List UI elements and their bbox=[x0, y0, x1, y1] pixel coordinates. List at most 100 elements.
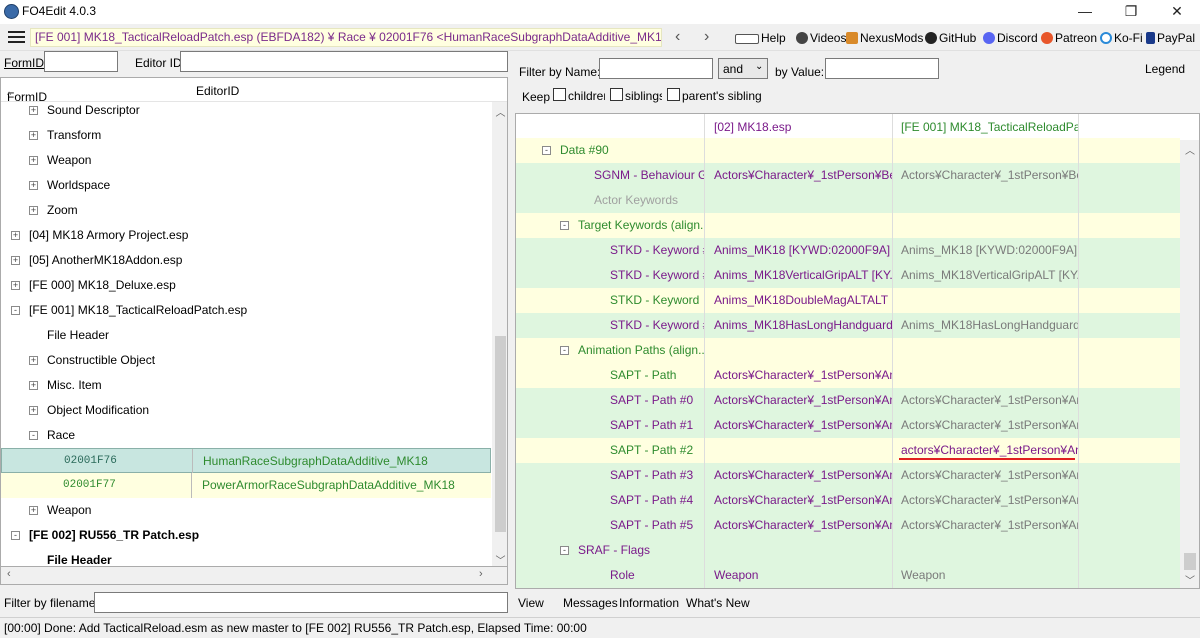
grid-value-patch[interactable] bbox=[892, 338, 1078, 363]
expand-icon[interactable]: + bbox=[29, 106, 38, 115]
record-view-grid[interactable]: [02] MK18.esp [FE 001] MK18_TacticalRelo… bbox=[515, 113, 1200, 589]
kofi-link[interactable]: Ko-Fi bbox=[1100, 31, 1143, 45]
expand-icon[interactable]: + bbox=[29, 206, 38, 215]
scroll-down-icon[interactable]: ﹀ bbox=[1180, 572, 1199, 587]
grid-row[interactable]: SGNM - Behaviour Gra...Actors¥Character¥… bbox=[516, 163, 1180, 188]
grid-value-patch[interactable] bbox=[892, 188, 1078, 213]
grid-value-mk18[interactable] bbox=[704, 338, 892, 363]
tree-horizontal-scrollbar[interactable]: ‹ › bbox=[0, 567, 508, 585]
tree-item-mk18-deluxe[interactable]: + [FE 000] MK18_Deluxe.esp bbox=[1, 273, 491, 298]
grid-value-patch[interactable]: Anims_MK18VerticalGripALT [KY... bbox=[892, 263, 1078, 288]
grid-row[interactable]: SAPT - Path #2 actors¥Character¥_1stPerso… bbox=[516, 438, 1180, 463]
collapse-icon[interactable]: - bbox=[11, 306, 20, 315]
grid-row[interactable]: SAPT - Path #1 Actors¥Character¥_1stPerso… bbox=[516, 413, 1180, 438]
expand-icon[interactable]: + bbox=[29, 181, 38, 190]
grid-scroll-thumb[interactable] bbox=[1184, 553, 1196, 570]
tree-item-transform[interactable]: + Transform bbox=[1, 123, 491, 148]
collapse-icon[interactable]: - bbox=[560, 221, 569, 230]
tree-item-object-modification[interactable]: + Object Modification bbox=[1, 398, 491, 423]
tree-item-file-header[interactable]: File Header bbox=[1, 323, 491, 348]
expand-icon[interactable]: + bbox=[29, 156, 38, 165]
scroll-up-icon[interactable]: ︿ bbox=[1180, 142, 1199, 157]
collapse-icon[interactable]: - bbox=[560, 346, 569, 355]
patreon-link[interactable]: Patreon bbox=[1041, 31, 1097, 45]
grid-value-mk18[interactable] bbox=[704, 138, 892, 163]
grid-value-patch[interactable]: Actors¥Character¥_1stPerson¥Ani... bbox=[892, 413, 1078, 438]
scroll-down-icon[interactable]: ﹀ bbox=[492, 552, 507, 566]
grid-value-patch[interactable]: Anims_MK18 [KYWD:02000F9A] bbox=[892, 238, 1078, 263]
grid-value-patch[interactable]: Actors¥Character¥_1stPerson¥Be... bbox=[892, 163, 1078, 188]
tree-item-weapon[interactable]: + Weapon bbox=[1, 148, 491, 173]
expand-icon[interactable]: + bbox=[29, 381, 38, 390]
grid-vertical-scrollbar[interactable]: ︿ ﹀ bbox=[1180, 140, 1199, 588]
column-header-mk18[interactable]: [02] MK18.esp bbox=[704, 114, 892, 140]
expand-icon[interactable]: + bbox=[29, 406, 38, 415]
grid-row[interactable]: SAPT - Path Actors¥Character¥_1stPerson¥A… bbox=[516, 363, 1180, 388]
grid-value-mk18[interactable]: Weapon bbox=[704, 563, 892, 588]
tree-scroll-thumb[interactable] bbox=[495, 336, 506, 532]
grid-row[interactable]: SAPT - Path #3 Actors¥Character¥_1stPerso… bbox=[516, 463, 1180, 488]
grid-value-mk18[interactable]: Anims_MK18HasLongHandguard... bbox=[704, 313, 892, 338]
grid-value-mk18[interactable] bbox=[704, 538, 892, 563]
filter-filename-input[interactable] bbox=[94, 592, 508, 613]
keep-children-checkbox[interactable] bbox=[553, 88, 566, 101]
grid-value-mk18[interactable]: Actors¥Character¥_1stPerson¥Ani... bbox=[704, 463, 892, 488]
grid-row[interactable]: - Target Keywords (align... bbox=[516, 213, 1180, 238]
grid-value-patch[interactable]: Actors¥Character¥_1stPerson¥Ani... bbox=[892, 513, 1078, 538]
tree-item-record-02001f77[interactable]: 02001F77 PowerArmorRaceSubgraphDataAdditi… bbox=[1, 473, 491, 498]
tree-item-weapon-group[interactable]: + Weapon bbox=[1, 498, 491, 523]
grid-row[interactable]: STKD - Keyword #0Anims_MK18 [KYWD:02000F… bbox=[516, 238, 1180, 263]
maximize-button[interactable]: ❐ bbox=[1108, 0, 1154, 24]
grid-value-mk18[interactable]: Anims_MK18DoubleMagALTALT [... bbox=[704, 288, 892, 313]
grid-value-mk18[interactable]: Actors¥Character¥_1stPerson¥Ani... bbox=[704, 413, 892, 438]
tab-view[interactable]: View bbox=[518, 596, 544, 610]
tree-item-file-header-ru556[interactable]: File Header bbox=[1, 548, 491, 566]
grid-value-patch[interactable] bbox=[892, 213, 1078, 238]
grid-row[interactable]: STKD - Keyword Anims_MK18DoubleMagALTALT … bbox=[516, 288, 1180, 313]
grid-value-mk18[interactable] bbox=[704, 188, 892, 213]
tree-item-constructible-object[interactable]: + Constructible Object bbox=[1, 348, 491, 373]
tree-item-sound-descriptor[interactable]: + Sound Descriptor bbox=[1, 98, 491, 123]
grid-row[interactable]: Role Weapon Weapon bbox=[516, 563, 1180, 588]
grid-value-mk18[interactable]: Anims_MK18VerticalGripALT [KY... bbox=[704, 263, 892, 288]
tree-item-worldspace[interactable]: + Worldspace bbox=[1, 173, 491, 198]
grid-value-patch[interactable]: Actors¥Character¥_1stPerson¥Ani... bbox=[892, 488, 1078, 513]
and-or-select[interactable]: and ⌄ bbox=[718, 58, 768, 79]
scroll-left-icon[interactable]: ‹ bbox=[7, 568, 11, 580]
tree-item-record-02001f76[interactable]: 02001F76 HumanRaceSubgraphDataAdditive_MK… bbox=[1, 448, 491, 474]
collapse-icon[interactable]: - bbox=[542, 146, 551, 155]
tree-item-race[interactable]: - Race bbox=[1, 423, 491, 448]
expand-icon[interactable]: + bbox=[29, 356, 38, 365]
grid-value-patch[interactable] bbox=[892, 288, 1078, 313]
grid-row[interactable]: SAPT - Path #4 Actors¥Character¥_1stPerso… bbox=[516, 488, 1180, 513]
grid-value-patch[interactable] bbox=[892, 138, 1078, 163]
nexusmods-link[interactable]: NexusMods bbox=[846, 31, 923, 45]
grid-value-patch[interactable]: actors¥Character¥_1stPerson¥Ani... bbox=[892, 438, 1078, 463]
collapse-icon[interactable]: - bbox=[29, 431, 38, 440]
discord-link[interactable]: Discord bbox=[983, 31, 1038, 45]
tree-item-anothermk18addon[interactable]: + [05] AnotherMK18Addon.esp bbox=[1, 248, 491, 273]
filter-name-input[interactable] bbox=[599, 58, 713, 79]
column-header-editorid[interactable]: EditorID bbox=[196, 84, 239, 98]
grid-value-patch[interactable] bbox=[892, 538, 1078, 563]
formid-input[interactable] bbox=[44, 51, 118, 72]
grid-value-mk18[interactable] bbox=[704, 213, 892, 238]
tree-item-ru556-tr-patch[interactable]: - [FE 002] RU556_TR Patch.esp bbox=[1, 523, 491, 548]
menu-icon[interactable] bbox=[8, 31, 25, 43]
grid-row[interactable]: SAPT - Path #0 Actors¥Character¥_1stPerso… bbox=[516, 388, 1180, 413]
column-header-patch[interactable]: [FE 001] MK18_TacticalReloadPatch... bbox=[892, 114, 1078, 140]
grid-row[interactable]: Actor Keywords bbox=[516, 188, 1180, 213]
grid-row[interactable]: - Animation Paths (align... bbox=[516, 338, 1180, 363]
filter-value-input[interactable] bbox=[825, 58, 939, 79]
legend-button[interactable]: Legend bbox=[1145, 62, 1185, 76]
close-button[interactable]: ✕ bbox=[1154, 0, 1200, 24]
grid-value-patch[interactable] bbox=[892, 363, 1078, 388]
tab-information[interactable]: Information bbox=[619, 596, 679, 610]
tree-item-zoom[interactable]: + Zoom bbox=[1, 198, 491, 223]
record-tree[interactable]: FormID ^ EditorID + Sound Descriptor + Tran… bbox=[0, 77, 508, 567]
record-path-field[interactable]: [FE 001] MK18_TacticalReloadPatch.esp (E… bbox=[30, 28, 662, 47]
grid-value-mk18[interactable]: Anims_MK18 [KYWD:02000F9A] bbox=[704, 238, 892, 263]
keep-siblings-checkbox[interactable] bbox=[610, 88, 623, 101]
grid-value-patch[interactable]: Actors¥Character¥_1stPerson¥Ani... bbox=[892, 463, 1078, 488]
expand-icon[interactable]: + bbox=[29, 506, 38, 515]
